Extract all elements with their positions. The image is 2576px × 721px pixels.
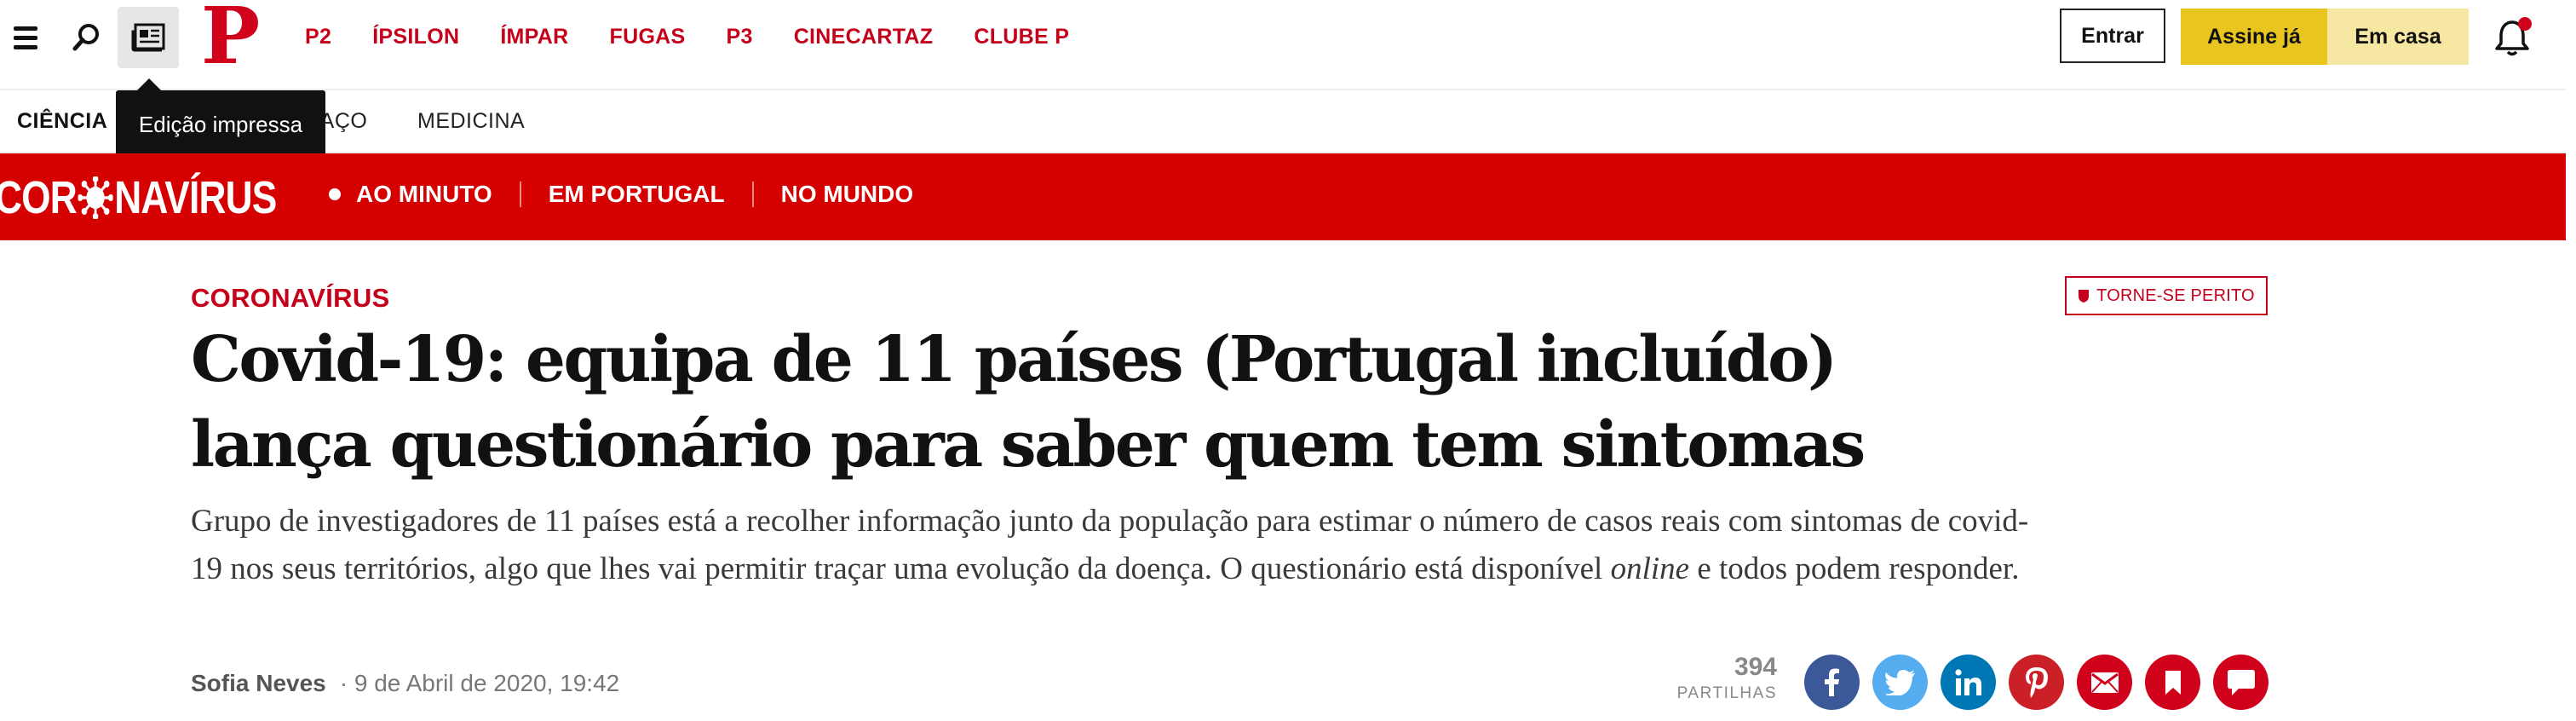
become-expert-label: TORNE-SE PERITO (2096, 286, 2255, 305)
linkedin-icon (1954, 668, 1981, 695)
print-edition-icon[interactable] (118, 7, 179, 68)
section-subnav: CIÊNCIA ESPAÇO MEDICINA (0, 90, 2566, 153)
print-edition-tooltip: Edição impressa (116, 90, 325, 159)
notifications-bell-icon[interactable] (2494, 15, 2533, 58)
virus-icon (77, 176, 114, 220)
twitter-icon (1884, 669, 1915, 695)
article-lead: Grupo de investigadores de 11 países est… (191, 498, 2039, 593)
publico-logo[interactable]: P (201, 0, 260, 78)
nav-link-cinecartaz[interactable]: CINECARTAZ (794, 22, 934, 51)
become-expert-button[interactable]: TORNE-SE PERITO (2065, 276, 2268, 315)
divider (751, 182, 754, 207)
covid-link-no-mundo[interactable]: NO MUNDO (781, 181, 914, 208)
divider (519, 182, 521, 207)
email-share-button[interactable] (2077, 655, 2132, 710)
live-dot-icon (329, 188, 341, 200)
social-share-bar (1804, 655, 2268, 710)
covid-link-em-portugal[interactable]: EM PORTUGAL (549, 181, 725, 208)
nav-link-ipsilon[interactable]: ÍPSILON (372, 22, 459, 51)
share-count-label: PARTILHAS (1676, 684, 1777, 702)
em-casa-button[interactable]: Em casa (2327, 9, 2469, 65)
nav-link-fugas[interactable]: FUGAS (610, 22, 686, 51)
bookmark-icon (2165, 670, 2181, 695)
article-lead-tail: e todos podem responder. (1689, 551, 2020, 586)
subnav-current-section[interactable]: CIÊNCIA (17, 109, 107, 134)
publish-date: · 9 de Abril de 2020, 19:42 (339, 670, 620, 696)
top-nav: P2 ÍPSILON ÍMPAR FUGAS P3 CINECARTAZ CLU… (305, 22, 1110, 51)
subnav-item-medicina[interactable]: MEDICINA (417, 109, 525, 134)
nav-link-impar[interactable]: ÍMPAR (500, 22, 568, 51)
shield-icon (2079, 289, 2090, 303)
coronavirus-logo[interactable]: COR NAVÍRUS (0, 172, 277, 223)
share-count: 394 (1734, 653, 1777, 681)
nav-link-p3[interactable]: P3 (727, 22, 753, 51)
covid-link-ao-minuto[interactable]: AO MINUTO (356, 181, 492, 208)
comments-button[interactable] (2213, 655, 2268, 710)
linkedin-share-button[interactable] (1941, 655, 1996, 710)
menu-icon[interactable] (12, 24, 39, 51)
facebook-icon (1824, 668, 1839, 696)
coronavirus-logo-left: COR (0, 172, 78, 223)
article-byline: Sofia Neves · 9 de Abril de 2020, 19:42 (191, 670, 619, 697)
article-section-label[interactable]: CORONAVÍRUS (191, 283, 390, 314)
twitter-share-button[interactable] (1872, 655, 1928, 710)
comment-icon (2227, 669, 2255, 695)
coronavirus-nav: AO MINUTO EM PORTUGAL NO MUNDO (329, 181, 913, 208)
bookmark-button[interactable] (2145, 655, 2200, 710)
login-button[interactable]: Entrar (2060, 9, 2165, 63)
subscribe-button[interactable]: Assine já (2181, 9, 2327, 65)
pinterest-share-button[interactable] (2009, 655, 2064, 710)
article-headline: Covid-19: equipa de 11 países (Portugal … (191, 323, 1866, 482)
search-icon[interactable] (70, 20, 104, 55)
coronavirus-logo-right: NAVÍRUS (114, 172, 277, 223)
tooltip-arrow (137, 78, 161, 90)
article-lead-emphasis: online (1610, 551, 1690, 586)
coronavirus-bar: COR NAVÍRUS AO MINUTO EM PORTUGAL NO MUN… (0, 153, 2566, 240)
nav-link-p2[interactable]: P2 (305, 22, 331, 51)
share-counter: 394 PARTILHAS (1670, 653, 1777, 706)
facebook-share-button[interactable] (1804, 655, 1860, 710)
author-name[interactable]: Sofia Neves (191, 670, 326, 697)
pinterest-icon (2025, 666, 2048, 698)
nav-link-clube-p[interactable]: CLUBE P (974, 22, 1069, 51)
email-icon (2090, 672, 2119, 693)
